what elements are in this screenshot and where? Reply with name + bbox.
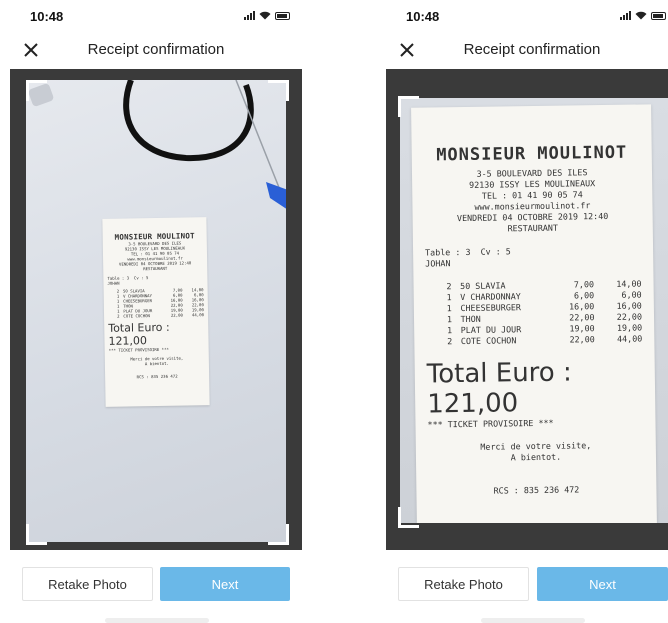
- receipt-rcs: RCS : 835 236 472: [493, 484, 580, 496]
- status-bar: 10:48: [386, 0, 668, 30]
- receipt-small: MONSIEUR MOULINOT 3-5 BOULEVARD DES ILES…: [102, 217, 210, 407]
- status-bar: 10:48: [10, 0, 302, 30]
- app-header: Receipt confirmation: [10, 30, 302, 70]
- receipt-ticket: *** TICKET PROVISOIRE ***: [427, 417, 554, 430]
- screen-initial-photo: 10:48 Receipt confirmation MONSIEUR MOUL…: [10, 0, 302, 623]
- wifi-icon: [259, 11, 271, 20]
- action-bar: Retake Photo Next: [386, 550, 668, 623]
- crop-handle-top-left[interactable]: [26, 80, 47, 101]
- crop-handle-top-left[interactable]: [398, 96, 419, 117]
- battery-icon: [651, 11, 666, 20]
- retake-photo-button[interactable]: Retake Photo: [398, 567, 529, 601]
- receipt-thanks2: A bientot.: [144, 360, 169, 367]
- receipt-item: 2 COTE COCHON 22,00 44,00: [117, 312, 205, 319]
- crop-handle-bottom-left[interactable]: [26, 524, 47, 545]
- receipt-name: MONSIEUR MOULINOT: [436, 142, 628, 166]
- status-time: 10:48: [30, 9, 64, 24]
- receipt-rcs: RCS : 835 236 472: [136, 373, 178, 380]
- status-time: 10:48: [406, 9, 440, 24]
- receipt-item: 2 COTE COCHON 22,00 44,00: [447, 333, 643, 347]
- crop-handle-bottom-right[interactable]: [268, 524, 289, 545]
- retake-photo-button[interactable]: Retake Photo: [22, 567, 153, 601]
- app-header: Receipt confirmation: [386, 30, 668, 70]
- signal-icon: [620, 11, 631, 20]
- status-icons: [620, 11, 666, 20]
- photo-preview: MONSIEUR MOULINOT 3-5 BOULEVARD DES ILES…: [386, 69, 668, 550]
- crop-handle-top-right[interactable]: [268, 80, 289, 101]
- action-bar: Retake Photo Next: [10, 550, 302, 623]
- status-icons: [244, 11, 290, 20]
- screen-cropped-photo: 10:48 Receipt confirmation MONSIEUR MOUL…: [386, 0, 668, 623]
- receipt-ticket: *** TICKET PROVISOIRE ***: [108, 346, 169, 353]
- signal-icon: [244, 11, 255, 20]
- receipt-total: Total Euro : 121,00: [108, 320, 170, 348]
- wifi-icon: [635, 11, 647, 20]
- receipt-thanks2: A bientot.: [510, 451, 562, 463]
- receipt-large: MONSIEUR MOULINOT 3-5 BOULEVARD DES ILES…: [411, 104, 657, 523]
- receipt-total: Total Euro : 121,00: [426, 357, 572, 420]
- battery-icon: [275, 11, 290, 20]
- home-indicator: [105, 618, 209, 623]
- page-title: Receipt confirmation: [87, 41, 225, 58]
- page-title: Receipt confirmation: [463, 41, 601, 58]
- cropped-photo: MONSIEUR MOULINOT 3-5 BOULEVARD DES ILES…: [400, 98, 668, 523]
- photo-preview: MONSIEUR MOULINOT 3-5 BOULEVARD DES ILES…: [10, 69, 302, 550]
- next-button[interactable]: Next: [537, 567, 668, 601]
- home-indicator: [481, 618, 585, 623]
- next-button[interactable]: Next: [160, 567, 290, 601]
- crop-handle-bottom-left[interactable]: [398, 507, 419, 528]
- receipt-type: RESTAURANT: [507, 222, 559, 234]
- captured-photo: MONSIEUR MOULINOT 3-5 BOULEVARD DES ILES…: [26, 80, 286, 542]
